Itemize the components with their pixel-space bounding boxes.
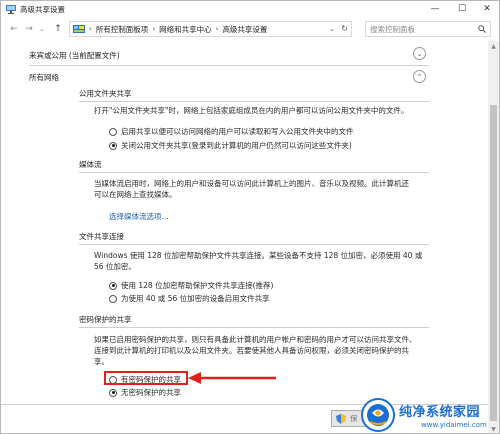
file-sharing-title: 文件共享连接: [79, 232, 124, 241]
advanced-sharing-settings-window: 高级共享设置 — ☐ ✕ ← → ⌄ ↑ › 所有控制面板项 › 网络和共享中心…: [0, 0, 500, 434]
refresh-icon[interactable]: ↻: [341, 24, 348, 33]
media-description-line: 当媒体流启用时，网络上的用户和设备可以访问此计算机上的图片、音乐以及视频。此计算…: [94, 179, 409, 188]
breadcrumb-all-control-panel-items[interactable]: 所有控制面板项: [96, 24, 149, 35]
scroll-thumb[interactable]: [490, 105, 497, 421]
annotation-arrow-icon: [188, 372, 276, 384]
back-button[interactable]: ←: [8, 22, 20, 36]
radio-label: 为使用 40 或 56 位加密的设备启用文件共享: [121, 294, 270, 303]
maximize-icon: ☐: [457, 4, 467, 14]
watermark-url: www.yidaimei.com: [421, 421, 487, 429]
media-streaming-description: 当媒体流启用时，网络上的用户和设备可以访问此计算机上的图片、音乐以及视频。此计算…: [94, 178, 484, 200]
address-dropdown-icon[interactable]: ⌄: [329, 25, 335, 33]
address-bar[interactable]: › 所有控制面板项 › 网络和共享中心 › 高级共享设置 ⌄ ↻: [69, 21, 352, 37]
close-button[interactable]: ✕: [473, 1, 499, 17]
password-description-line: 享。: [94, 357, 109, 366]
section-all-networks-toggle[interactable]: ⌃: [413, 70, 426, 83]
search-box[interactable]: [365, 21, 491, 37]
save-changes-label: 保: [350, 414, 358, 423]
section-guest-public-toggle[interactable]: ⌄: [413, 47, 426, 60]
breadcrumb-network-sharing-center[interactable]: 网络和共享中心: [159, 24, 212, 35]
back-arrow-icon: ←: [10, 24, 18, 34]
file-sharing-description-line: 56 位加密。: [94, 262, 136, 271]
media-description-line: 可以在网络上查找媒体。: [94, 190, 177, 199]
section-divider: [29, 65, 429, 66]
close-icon: ✕: [483, 4, 491, 14]
file-sharing-description-line: Windows 使用 128 位加密帮助保护文件共享连接。某些设备不支持 128…: [94, 251, 423, 260]
chevron-up-icon: ⌃: [416, 72, 423, 81]
site-watermark: 纯净系统家园 www.yidaimei.com: [361, 396, 499, 433]
section-guest-public-label[interactable]: 来宾或公用 (当前配置文件): [29, 50, 429, 61]
watermark-title: 纯净系统家园: [399, 405, 481, 420]
recent-locations-button[interactable]: ⌄: [36, 22, 48, 36]
uac-shield-icon: [336, 414, 346, 424]
subsection-divider: [79, 172, 429, 173]
radio-label: 无密码保护的共享: [121, 388, 181, 397]
breadcrumb-separator: ›: [215, 25, 219, 33]
radio-button[interactable]: [109, 281, 117, 290]
password-protected-off-option[interactable]: 无密码保护的共享: [109, 387, 181, 398]
radio-label: 关闭公用文件夹共享(登录到此计算机的用户仍然可以访问这些文件夹): [121, 141, 352, 150]
chevron-down-icon: ⌄: [416, 49, 423, 58]
radio-button[interactable]: [109, 388, 117, 397]
encryption-40-56-option[interactable]: 为使用 40 或 56 位加密的设备启用文件共享: [109, 293, 270, 304]
annotation-highlight-box: [104, 371, 188, 385]
minimize-button[interactable]: —: [421, 1, 449, 17]
control-panel-icon: [73, 24, 85, 33]
minimize-icon: —: [430, 4, 440, 14]
password-sharing-title: 密码保护的共享: [79, 315, 132, 324]
subsection-divider: [79, 327, 429, 328]
forward-button[interactable]: →: [23, 22, 35, 36]
section-all-networks-label[interactable]: 所有网络: [29, 72, 429, 83]
forward-arrow-icon: →: [25, 24, 33, 34]
password-sharing-description: 如果已启用密码保护的共享，则只有具备此计算机的用户帐户和密码的用户才可以访问共享…: [94, 334, 484, 367]
encryption-128-option[interactable]: 使用 128 位加密帮助保护文件共享连接(推荐): [109, 280, 273, 291]
media-streaming-options-link[interactable]: 选择媒体流选项...: [109, 211, 169, 222]
public-folder-description: 打开"公用文件夹共享"时，网络上包括家庭组成员在内的用户都可以访问公用文件夹中的…: [94, 106, 409, 115]
up-button[interactable]: ↑: [52, 22, 64, 36]
title-bar: 高级共享设置 — ☐ ✕: [1, 1, 499, 17]
vertical-scrollbar[interactable]: ▲ ▼: [488, 41, 499, 433]
up-arrow-icon: ↑: [54, 24, 62, 34]
radio-button[interactable]: [109, 127, 117, 136]
breadcrumb-separator: ›: [152, 25, 156, 33]
scroll-up-arrow-icon[interactable]: ▲: [488, 41, 499, 52]
subsection-divider: [79, 101, 429, 102]
breadcrumb-advanced-sharing-settings[interactable]: 高级共享设置: [222, 24, 267, 35]
radio-button[interactable]: [109, 294, 117, 303]
breadcrumb-separator: ›: [89, 25, 92, 33]
file-sharing-description: Windows 使用 128 位加密帮助保护文件共享连接。某些设备不支持 128…: [94, 250, 484, 272]
search-input[interactable]: [366, 24, 476, 34]
password-description-line: 如果已启用密码保护的共享，则只有具备此计算机的用户帐户和密码的用户才可以访问共享…: [94, 335, 417, 344]
address-row: ← → ⌄ ↑ › 所有控制面板项 › 网络和共享中心 › 高级共享设置 ⌄ ↻: [1, 18, 499, 40]
public-folder-enable-option[interactable]: 启用共享以便可以访问网络的用户可以读取和写入公用文件夹中的文件: [109, 126, 354, 137]
password-description-line: 连接到此计算机的打印机以及公用文件夹。若要使其他人具备访问权限，必须关闭密码保护…: [94, 346, 409, 355]
watermark-logo-icon: [361, 398, 395, 432]
search-icon[interactable]: [478, 25, 486, 33]
maximize-button[interactable]: ☐: [448, 1, 476, 17]
media-streaming-title: 媒体流: [79, 160, 102, 169]
window-title: 高级共享设置: [20, 5, 65, 14]
network-icon: [6, 5, 16, 14]
radio-button[interactable]: [109, 141, 117, 150]
radio-label: 使用 128 位加密帮助保护文件共享连接(推荐): [121, 281, 274, 290]
subsection-divider: [79, 244, 429, 245]
chevron-down-icon: ⌄: [39, 25, 45, 33]
public-folder-title: 公用文件夹共享: [79, 89, 132, 98]
public-folder-disable-option[interactable]: 关闭公用文件夹共享(登录到此计算机的用户仍然可以访问这些文件夹): [109, 140, 352, 151]
radio-label: 启用共享以便可以访问网络的用户可以读取和写入公用文件夹中的文件: [121, 127, 354, 136]
